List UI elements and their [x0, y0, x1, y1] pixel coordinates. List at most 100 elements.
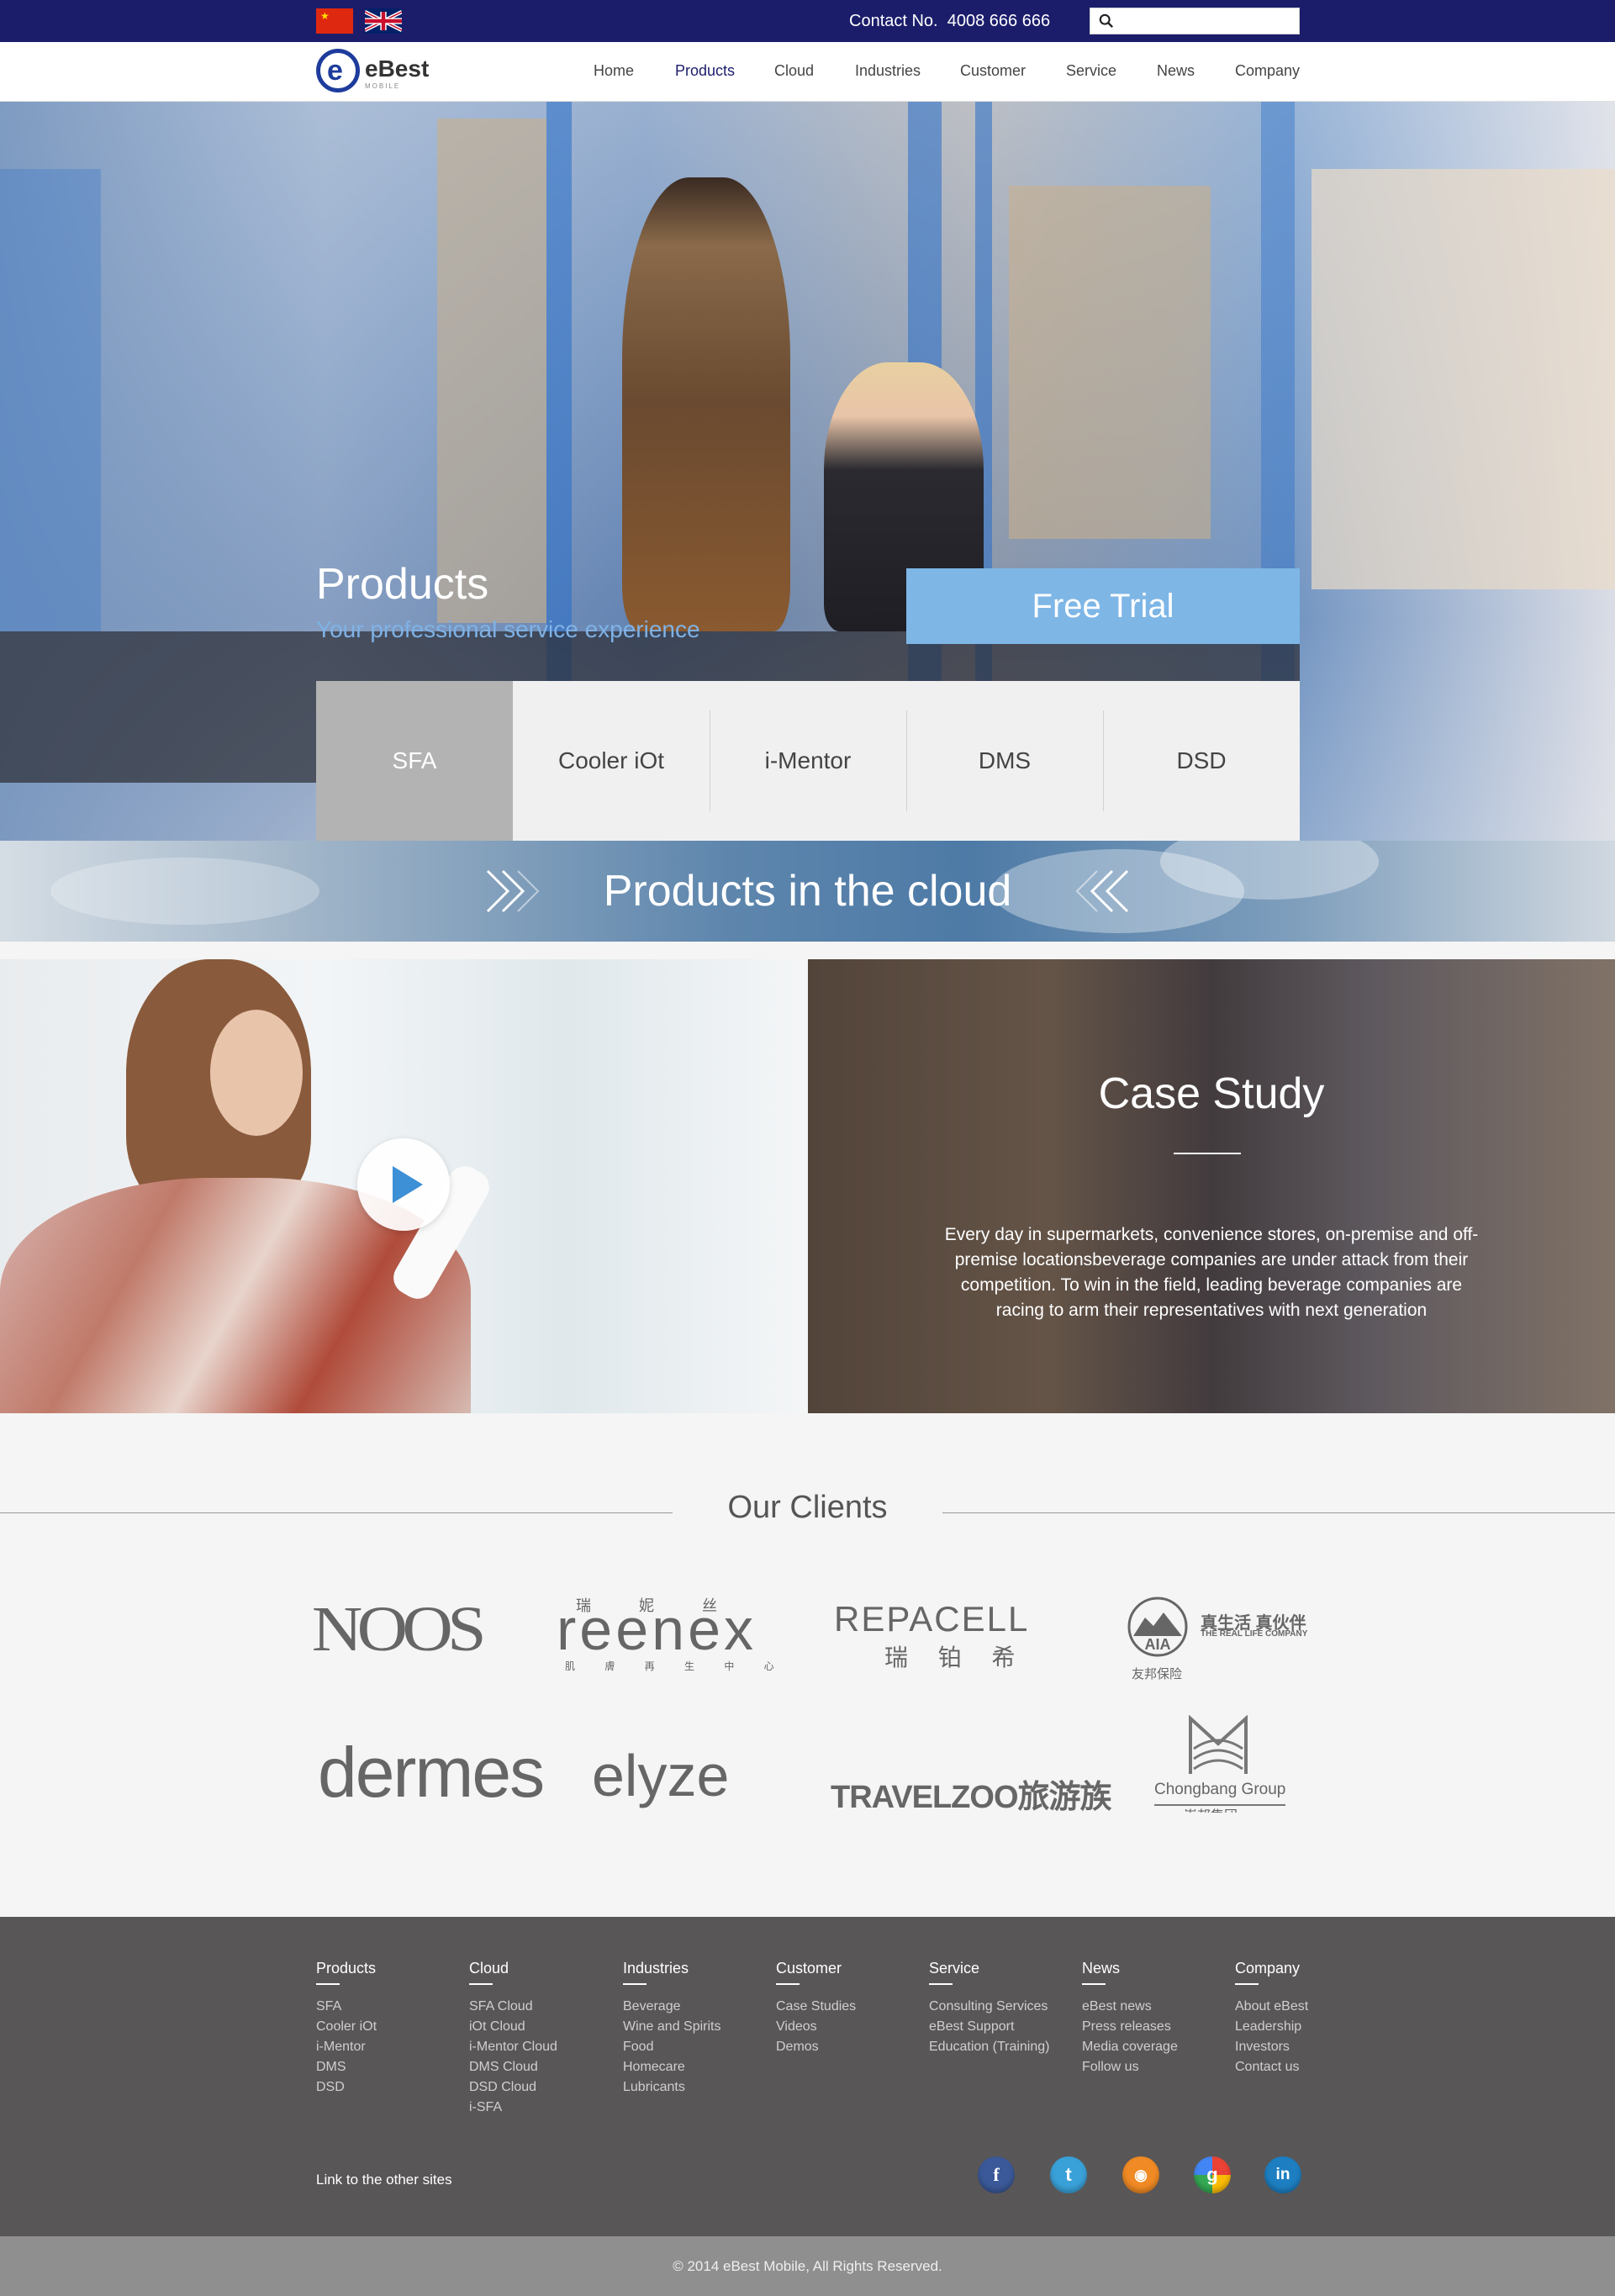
- play-button[interactable]: [357, 1138, 450, 1231]
- footer-link[interactable]: iOt Cloud: [469, 2017, 620, 2037]
- footer-link[interactable]: Follow us: [1082, 2057, 1233, 2077]
- footer-link[interactable]: eBest news: [1082, 1997, 1233, 2017]
- google-icon[interactable]: g: [1194, 2156, 1231, 2193]
- nav-company[interactable]: Company: [1235, 42, 1300, 102]
- footer-link[interactable]: Consulting Services: [929, 1997, 1080, 2017]
- footer-link[interactable]: i-SFA: [469, 2098, 620, 2118]
- search-icon[interactable]: [1099, 13, 1114, 29]
- other-sites-link[interactable]: Link to the other sites: [316, 2172, 452, 2188]
- search-input[interactable]: [1121, 8, 1297, 34]
- footer-heading[interactable]: Cloud: [469, 1960, 620, 1978]
- clients-title: Our Clients: [727, 1490, 888, 1525]
- client-logo-noos[interactable]: NOOS: [312, 1593, 487, 1666]
- footer-link[interactable]: DSD: [316, 2077, 467, 2098]
- facebook-icon[interactable]: f: [978, 2156, 1015, 2193]
- footer-link[interactable]: eBest Support: [929, 2017, 1080, 2037]
- footer-link[interactable]: Press releases: [1082, 2017, 1233, 2037]
- footer-link[interactable]: Leadership: [1235, 2017, 1386, 2037]
- client-logo-chongbang: Chongbang Group: [1154, 1781, 1286, 1798]
- warehouse-boxes: [1312, 169, 1615, 589]
- footer-link[interactable]: DMS: [316, 2057, 467, 2077]
- tab-cooler-iot[interactable]: Cooler iOt: [513, 681, 710, 841]
- video-panel: [0, 959, 807, 1413]
- chevron-right-icon: [486, 869, 540, 913]
- footer-link[interactable]: Videos: [776, 2017, 927, 2037]
- ebest-logo[interactable]: e eBest MOBILE: [316, 49, 434, 94]
- tab-sfa[interactable]: SFA: [316, 681, 513, 841]
- footer-heading-rule: [929, 1983, 953, 1985]
- footer-link[interactable]: Demos: [776, 2037, 927, 2057]
- footer-column-products: Products SFA Cooler iOt i-Mentor DMS DSD: [316, 1960, 467, 2098]
- main-header: e eBest MOBILE Home Products Cloud Indus…: [0, 42, 1615, 102]
- footer-heading[interactable]: Products: [316, 1960, 467, 1978]
- footer-link[interactable]: i-Mentor Cloud: [469, 2037, 620, 2057]
- nav-news[interactable]: News: [1157, 42, 1195, 102]
- footer-link[interactable]: SFA: [316, 1997, 467, 2017]
- footer-link[interactable]: Media coverage: [1082, 2037, 1233, 2057]
- case-study-divider: [1174, 1153, 1241, 1154]
- tab-dsd[interactable]: DSD: [1103, 681, 1300, 841]
- footer-column-service: Service Consulting Services eBest Suppor…: [929, 1960, 1080, 2057]
- contact-number: Contact No. 4008 666 666: [849, 0, 1050, 42]
- nav-industries[interactable]: Industries: [855, 42, 921, 102]
- contact-value: 4008 666 666: [947, 12, 1051, 30]
- footer-link[interactable]: i-Mentor: [316, 2037, 467, 2057]
- footer-heading[interactable]: Industries: [623, 1960, 774, 1978]
- footer-link[interactable]: Cooler iOt: [316, 2017, 467, 2037]
- footer-link[interactable]: Case Studies: [776, 1997, 927, 2017]
- china-flag-icon[interactable]: ★: [316, 8, 353, 34]
- tab-dms[interactable]: DMS: [906, 681, 1103, 841]
- footer-link[interactable]: Beverage: [623, 1997, 774, 2017]
- linkedin-icon[interactable]: in: [1264, 2156, 1301, 2193]
- footer-heading[interactable]: Service: [929, 1960, 1080, 1978]
- footer-link[interactable]: Lubricants: [623, 2077, 774, 2098]
- aia-logo-icon[interactable]: AIA: [1127, 1596, 1189, 1658]
- nav-cloud[interactable]: Cloud: [774, 42, 814, 102]
- nav-service[interactable]: Service: [1066, 42, 1116, 102]
- travelzoo-text: TRAVELZOO: [831, 1780, 1019, 1815]
- footer-link[interactable]: Education (Training): [929, 2037, 1080, 2057]
- footer-link[interactable]: SFA Cloud: [469, 1997, 620, 2017]
- client-logo-reenex[interactable]: reenex: [557, 1596, 757, 1663]
- footer-link[interactable]: Contact us: [1235, 2057, 1386, 2077]
- nav-products[interactable]: Products: [675, 42, 735, 102]
- footer-link[interactable]: Wine and Spirits: [623, 2017, 774, 2037]
- footer-heading[interactable]: News: [1082, 1960, 1233, 1978]
- site-footer: Products SFA Cooler iOt i-Mentor DMS DSD…: [0, 1917, 1615, 2236]
- footer-heading[interactable]: Customer: [776, 1960, 927, 1978]
- free-trial-button[interactable]: Free Trial: [906, 568, 1300, 644]
- warehouse-shelf: [0, 169, 101, 631]
- search-box[interactable]: [1090, 8, 1300, 34]
- client-logo-elyze[interactable]: elyze: [592, 1742, 729, 1809]
- client-logo-repacell[interactable]: REPACELL: [834, 1599, 1029, 1639]
- uk-flag-icon[interactable]: [365, 8, 402, 34]
- nav-customer[interactable]: Customer: [960, 42, 1026, 102]
- copyright-text: © 2014 eBest Mobile, All Rights Reserved…: [0, 2236, 1615, 2296]
- cloud-banner-title: Products in the cloud: [603, 867, 1012, 916]
- rss-icon[interactable]: ◉: [1122, 2156, 1159, 2193]
- case-study-panel[interactable]: Case Study Every day in supermarkets, co…: [808, 959, 1615, 1413]
- footer-link[interactable]: DSD Cloud: [469, 2077, 620, 2098]
- footer-heading-rule: [469, 1983, 493, 1985]
- hero-subtitle: Your professional service experience: [316, 616, 700, 642]
- play-icon: [393, 1166, 423, 1203]
- footer-heading[interactable]: Company: [1235, 1960, 1386, 1978]
- cloud-banner: Products in the cloud: [0, 841, 1615, 942]
- chongbang-logo-icon[interactable]: [1187, 1715, 1249, 1777]
- tab-i-mentor[interactable]: i-Mentor: [710, 681, 906, 841]
- twitter-icon[interactable]: t: [1050, 2156, 1087, 2193]
- footer-link[interactable]: Homecare: [623, 2057, 774, 2077]
- client-logo-aia-tagline: THE REAL LIFE COMPANY: [1201, 1629, 1308, 1639]
- footer-link[interactable]: Investors: [1235, 2037, 1386, 2057]
- client-logo-travelzoo[interactable]: TRAVELZOO旅游族: [831, 1771, 1112, 1817]
- top-bar: ★ Contact No. 4008 666 666: [0, 0, 1615, 42]
- footer-link[interactable]: Food: [623, 2037, 774, 2057]
- client-logo-repacell-sub: 瑞 铂 希: [884, 1644, 1027, 1671]
- hero-title: Products: [316, 560, 489, 609]
- contact-label: Contact No.: [849, 12, 938, 30]
- footer-link[interactable]: About eBest: [1235, 1997, 1386, 2017]
- footer-link[interactable]: DMS Cloud: [469, 2057, 620, 2077]
- nav-home[interactable]: Home: [594, 42, 634, 102]
- client-logo-dermes[interactable]: dermes: [318, 1732, 545, 1813]
- case-study-overlay: [808, 959, 1615, 1413]
